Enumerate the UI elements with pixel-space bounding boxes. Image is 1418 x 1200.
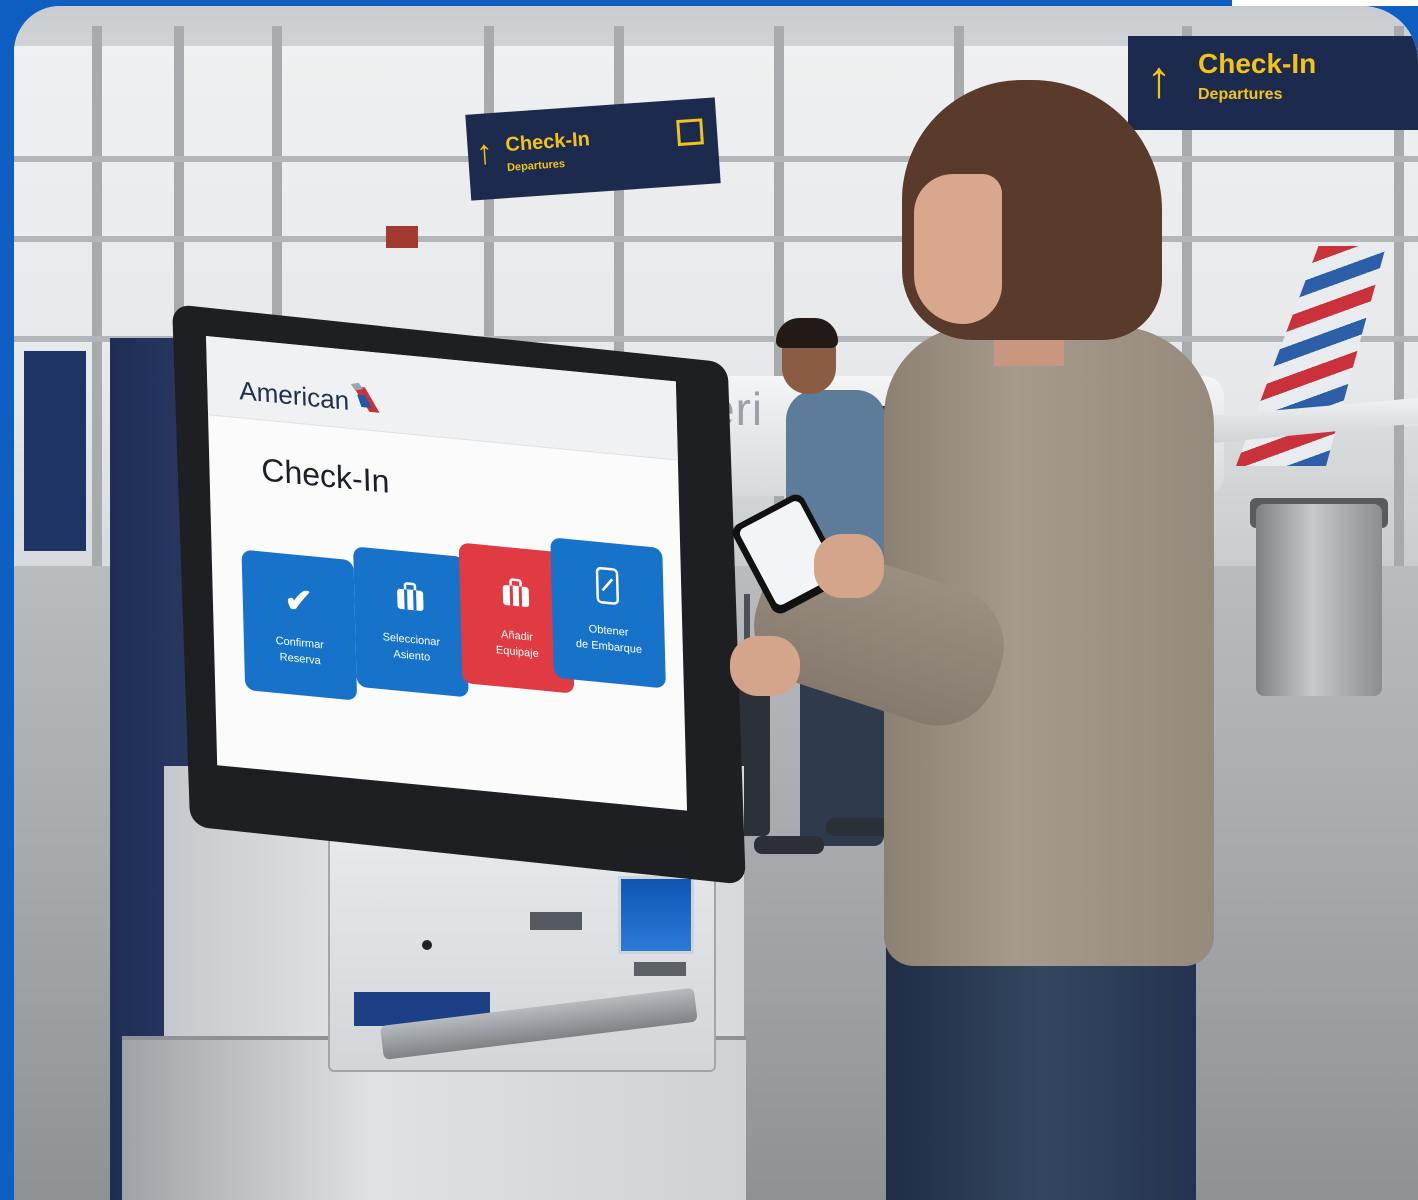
window-mullion <box>92 26 102 626</box>
tile-boarding-pass[interactable]: Obtener de Embarque <box>550 537 666 689</box>
trash-can <box>1256 504 1382 696</box>
sign-title: Check-In <box>1198 48 1317 79</box>
tile-label-line: Seleccionar <box>382 631 441 649</box>
sign-pictogram-icon <box>676 118 704 147</box>
tile-label-line: de Embarque <box>575 637 643 657</box>
baggage-icon <box>502 578 530 608</box>
tile-label-line: Obtener <box>588 623 629 639</box>
up-arrow-icon: ↑ <box>1146 51 1172 109</box>
american-airlines-flight-symbol-icon <box>350 382 380 413</box>
overhead-sign-right: ↑ Check-In Departures <box>1128 36 1418 130</box>
mobile-boarding-pass-icon <box>595 566 619 605</box>
sign-subtitle: Departures <box>1198 86 1283 103</box>
airline-brand: American <box>238 375 350 416</box>
check-icon: ✔ <box>283 580 314 622</box>
passport-reader[interactable] <box>618 876 694 954</box>
woman-face <box>914 174 1002 324</box>
tile-confirm-booking[interactable]: ✔ Confirmar Reserva <box>241 549 358 701</box>
receipt-slot <box>634 962 686 976</box>
image-frame: Ameri ↑ Check-In Departures ↑ Check-In D… <box>0 0 1418 1200</box>
kiosk-screen: American Check-In ✔ Confirmar Reserva Se… <box>206 336 688 811</box>
side-wall-sign <box>24 351 86 551</box>
tile-label-line: Equipaje <box>495 644 539 661</box>
tile-label-line: Reserva <box>279 651 321 668</box>
sign-subtitle: Departures <box>506 158 566 175</box>
traveler-shoe <box>754 836 824 854</box>
traveler-hair <box>776 318 838 348</box>
tile-label-line: Asiento <box>393 648 431 664</box>
tile-label-line: Añadir <box>500 628 534 644</box>
up-arrow-icon: ↑ <box>474 133 495 173</box>
airport-photo: Ameri ↑ Check-In Departures ↑ Check-In D… <box>14 6 1418 1200</box>
luggage-icon <box>397 582 424 611</box>
tile-select-seat[interactable]: Seleccionar Asiento <box>353 546 469 698</box>
woman-hand <box>814 534 884 598</box>
woman-jeans <box>886 926 1196 1200</box>
exit-sign-icon <box>386 226 418 248</box>
card-slot[interactable] <box>530 912 582 930</box>
overhead-sign-center: ↑ Check-In Departures <box>465 97 721 201</box>
window-transom <box>14 236 1418 242</box>
woman-hand <box>730 636 800 696</box>
screen-title: Check-In <box>260 451 390 500</box>
kiosk-sensor <box>422 940 432 950</box>
sign-title: Check-In <box>504 128 591 157</box>
tile-label-line: Confirmar <box>275 634 325 652</box>
